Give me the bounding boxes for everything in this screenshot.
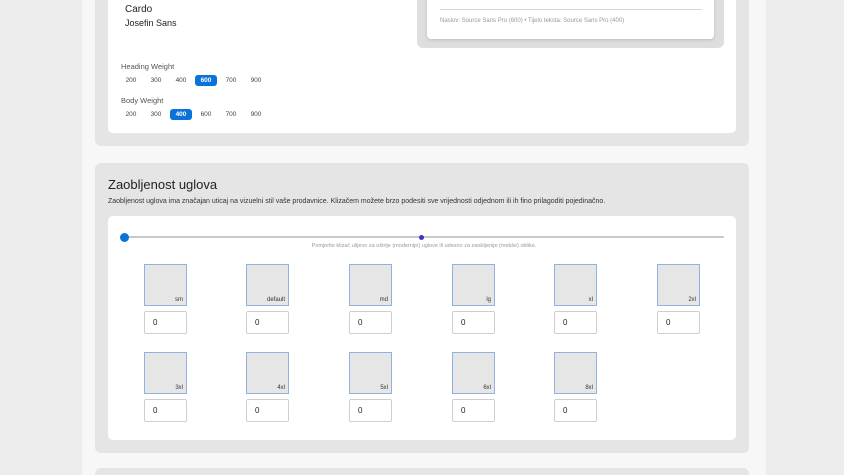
radius-item-4xl: 4xl 0 [246,352,290,422]
font-preview-text: Naslov: Source Sans Pro (600) • Tijelo t… [440,18,625,24]
radius-preview-label: 6xl [483,385,491,391]
radius-section-title: Zaobljenost uglova [108,177,218,192]
body-weight-option-300[interactable]: 300 [145,109,167,120]
radius-preview-box: 5xl [349,352,392,394]
font-option-cardo[interactable]: Cardo [125,4,152,15]
radius-preview-box: 6xl [452,352,495,394]
radius-slider-thumb[interactable] [120,233,129,242]
body-weight-option-400[interactable]: 400 [170,109,192,120]
radius-slider-hint: Pomjerite klizač ulijevo za oštrije (mod… [311,243,537,249]
heading-weight-selector: 200 300 400 600 700 900 [120,75,267,86]
radius-value-input[interactable]: 0 [246,399,289,422]
radius-value-input[interactable]: 0 [144,399,187,422]
radius-value-input[interactable]: 0 [452,311,495,334]
radius-value-input[interactable]: 0 [144,311,187,334]
radius-preview-box: 8xl [554,352,597,394]
body-weight-label: Body Weight [121,96,164,105]
radius-item-xl: xl 0 [554,264,598,334]
radius-value-input[interactable]: 0 [246,311,289,334]
radius-preview-label: 8xl [585,385,593,391]
radius-preview-label: lg [486,297,491,303]
radius-value-input[interactable]: 0 [452,399,495,422]
radius-item-5xl: 5xl 0 [349,352,393,422]
radius-slider-track[interactable] [124,236,724,238]
body-weight-option-200[interactable]: 200 [120,109,142,120]
radius-value-input[interactable]: 0 [349,399,392,422]
heading-weight-option-300[interactable]: 300 [145,75,167,86]
radius-value-input[interactable]: 0 [349,311,392,334]
radius-preview-label: 2xl [688,297,696,303]
body-weight-selector: 200 300 400 600 700 900 [120,109,267,120]
radius-preview-box: sm [144,264,187,306]
heading-weight-option-400[interactable]: 400 [170,75,192,86]
preview-divider [440,9,702,10]
radius-item-6xl: 6xl 0 [452,352,496,422]
radius-preview-box: 2xl [657,264,700,306]
radius-preview-box: default [246,264,289,306]
next-section-panel [95,468,749,475]
radius-item-default: default 0 [246,264,290,334]
radius-preview-label: 5xl [380,385,388,391]
radius-value-input[interactable]: 0 [657,311,700,334]
font-option-josefin-sans[interactable]: Josefin Sans [125,18,177,28]
radius-slider-midpoint [419,235,424,240]
radius-section-description: Zaobljenost uglova ima značajan uticaj n… [108,198,606,205]
radius-item-md: md 0 [349,264,393,334]
radius-value-input[interactable]: 0 [554,311,597,334]
radius-preview-box: 3xl [144,352,187,394]
radius-preview-label: md [379,297,388,303]
radius-preview-box: xl [554,264,597,306]
radius-preview-box: md [349,264,392,306]
radius-preview-label: default [266,297,285,303]
radius-item-lg: lg 0 [452,264,496,334]
radius-preview-label: xl [588,297,593,303]
body-weight-option-900[interactable]: 900 [245,109,267,120]
radius-item-8xl: 8xl 0 [554,352,598,422]
heading-weight-option-700[interactable]: 700 [220,75,242,86]
radius-value-input[interactable]: 0 [554,399,597,422]
radius-preview-label: 3xl [175,385,183,391]
body-weight-option-600[interactable]: 600 [195,109,217,120]
heading-weight-option-600[interactable]: 600 [195,75,217,86]
radius-preview-box: 4xl [246,352,289,394]
radius-card [108,216,736,440]
radius-preview-label: sm [175,297,183,303]
radius-item-2xl: 2xl 0 [657,264,701,334]
radius-item-sm: sm 0 [144,264,188,334]
heading-weight-option-200[interactable]: 200 [120,75,142,86]
radius-preview-label: 4xl [277,385,285,391]
heading-weight-label: Heading Weight [121,62,175,71]
radius-preview-box: lg [452,264,495,306]
heading-weight-option-900[interactable]: 900 [245,75,267,86]
body-weight-option-700[interactable]: 700 [220,109,242,120]
radius-item-3xl: 3xl 0 [144,352,188,422]
